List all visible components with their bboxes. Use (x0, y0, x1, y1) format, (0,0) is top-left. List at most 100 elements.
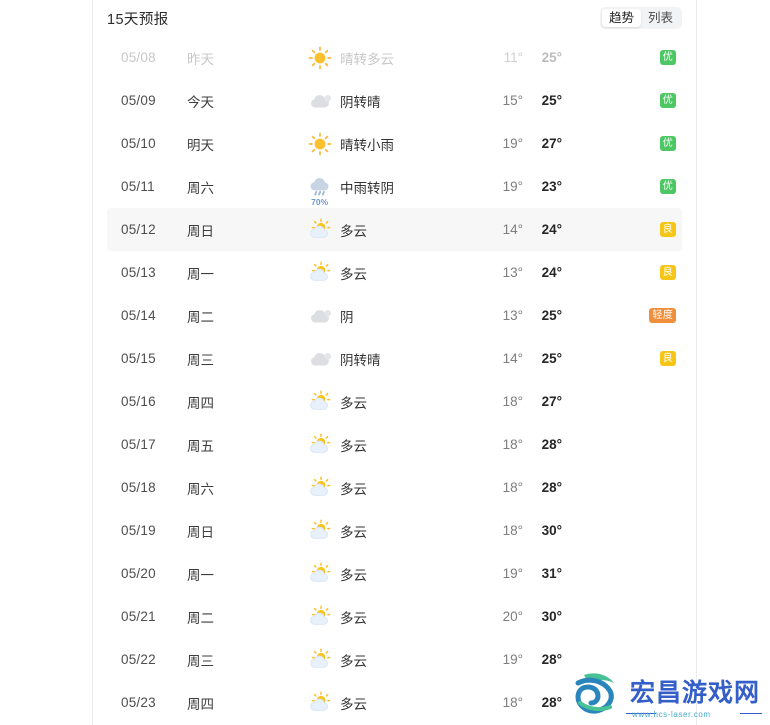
condition-text: 中雨转阴 (340, 180, 394, 196)
condition-text: 多云 (340, 653, 367, 669)
forecast-day-label: 周日 (187, 223, 214, 239)
forecast-row-list: 05/08 昨天 晴转多云 11° 25° 优 05/09 今天 阴转晴 15° 25° 优 05/10… (107, 36, 682, 724)
forecast-row[interactable]: 05/10 明天 晴转小雨 19° 27° 优 (107, 122, 682, 165)
temp-high: 28° (541, 652, 562, 667)
forecast-date: 05/11 (121, 179, 155, 194)
forecast-date: 05/17 (121, 437, 156, 452)
forecast-row[interactable]: 05/18 周六 多云 18° 28° (107, 466, 682, 509)
condition-text: 多云 (340, 696, 367, 712)
temperature-range: 19° 27° (497, 136, 592, 151)
forecast-day-label: 今天 (187, 94, 214, 110)
temperature-range: 13° 25° (497, 308, 592, 323)
status-badge: 优 (659, 93, 676, 108)
cloud-icon (307, 346, 333, 372)
temp-high: 25° (541, 93, 562, 108)
condition-text: 多云 (340, 438, 367, 454)
temp-high: 27° (541, 136, 562, 151)
forecast-row[interactable]: 05/11 周六 70% 中雨转阴 19° 23° 优 (107, 165, 682, 208)
partly-cloudy-icon (307, 561, 333, 587)
status-badge: 优 (659, 179, 676, 194)
forecast-row[interactable]: 05/21 周二 多云 20° 30° (107, 595, 682, 638)
temperature-range: 18° 27° (497, 394, 592, 409)
temperature-range: 18° 30° (497, 523, 592, 538)
temp-high: 25° (541, 351, 562, 366)
forecast-header: 15天预报 趋势 列表 (107, 0, 682, 36)
partly-cloudy-icon (307, 475, 333, 501)
temperature-range: 15° 25° (497, 93, 592, 108)
partly-cloudy-icon (307, 432, 333, 458)
forecast-condition: 阴转晴 (307, 346, 497, 372)
temp-high: 24° (541, 222, 562, 237)
forecast-day-label: 周四 (187, 696, 214, 712)
condition-text: 多云 (340, 223, 367, 239)
forecast-condition: 晴转多云 (307, 45, 497, 71)
forecast-row[interactable]: 05/09 今天 阴转晴 15° 25° 优 (107, 79, 682, 122)
forecast-date: 05/14 (121, 308, 156, 323)
forecast-date: 05/13 (121, 265, 156, 280)
forecast-condition: 多云 (307, 690, 497, 716)
forecast-row[interactable]: 05/19 周日 多云 18° 30° (107, 509, 682, 552)
temp-high: 24° (541, 265, 562, 280)
temp-low: 18° (502, 437, 523, 452)
temperature-range: 20° 30° (497, 609, 592, 624)
partly-cloudy-icon (307, 604, 333, 630)
forecast-date: 05/08 (121, 50, 156, 65)
precipitation-probability: 70% (311, 196, 329, 207)
status-badge: 优 (659, 50, 676, 65)
temperature-range: 13° 24° (497, 265, 592, 280)
status-badge: 良 (659, 222, 676, 237)
forecast-date: 05/21 (121, 609, 156, 624)
forecast-date: 05/22 (121, 652, 156, 667)
forecast-condition: 多云 (307, 432, 497, 458)
condition-text: 阴转晴 (340, 352, 381, 368)
temperature-range: 18° 28° (497, 695, 592, 710)
view-mode-toggle[interactable]: 趋势 列表 (599, 7, 682, 29)
forecast-date: 05/15 (121, 351, 156, 366)
forecast-condition: 70% 中雨转阴 (307, 174, 497, 207)
temperature-range: 14° 24° (497, 222, 592, 237)
temp-high: 28° (541, 437, 562, 452)
temp-low: 11° (503, 50, 523, 65)
temperature-range: 19° 31° (497, 566, 592, 581)
partly-cloudy-icon (307, 647, 333, 673)
temp-high: 25° (541, 308, 562, 323)
temp-low: 19° (502, 179, 523, 194)
forecast-condition: 多云 (307, 647, 497, 673)
tab-trend[interactable]: 趋势 (601, 9, 641, 27)
forecast-row[interactable]: 05/23 周四 多云 18° 28° (107, 681, 682, 724)
status-badge: 优 (659, 136, 676, 151)
condition-text: 晴转小雨 (340, 137, 394, 153)
air-quality-cell: 优 (592, 179, 682, 194)
temp-low: 20° (502, 609, 523, 624)
forecast-day-label: 周六 (187, 481, 214, 497)
forecast-row[interactable]: 05/12 周日 多云 14° 24° 良 (107, 208, 682, 251)
air-quality-cell: 优 (592, 136, 682, 151)
forecast-date: 05/16 (121, 394, 156, 409)
forecast-condition: 多云 (307, 518, 497, 544)
partly-cloudy-icon (307, 518, 333, 544)
temperature-range: 18° 28° (497, 480, 592, 495)
condition-text: 多云 (340, 524, 367, 540)
cloud-icon (307, 303, 333, 329)
forecast-condition: 多云 (307, 561, 497, 587)
temperature-range: 19° 23° (497, 179, 592, 194)
temperature-range: 14° 25° (497, 351, 592, 366)
air-quality-cell: 优 (592, 93, 682, 108)
forecast-row[interactable]: 05/14 周二 阴 13° 25° 轻度 (107, 294, 682, 337)
forecast-row[interactable]: 05/13 周一 多云 13° 24° 良 (107, 251, 682, 294)
forecast-row[interactable]: 05/08 昨天 晴转多云 11° 25° 优 (107, 36, 682, 79)
forecast-day-label: 周三 (187, 653, 214, 669)
forecast-row[interactable]: 05/17 周五 多云 18° 28° (107, 423, 682, 466)
forecast-row[interactable]: 05/16 周四 多云 18° 27° (107, 380, 682, 423)
forecast-condition: 多云 (307, 217, 497, 243)
air-quality-cell: 良 (592, 265, 682, 280)
forecast-date: 05/09 (121, 93, 156, 108)
forecast-row[interactable]: 05/15 周三 阴转晴 14° 25° 良 (107, 337, 682, 380)
forecast-row[interactable]: 05/22 周三 多云 19° 28° (107, 638, 682, 681)
forecast-day-label: 周二 (187, 610, 214, 626)
watermark-rule-right (740, 713, 762, 714)
temp-low: 13° (502, 265, 523, 280)
temp-high: 25° (541, 50, 562, 65)
tab-list[interactable]: 列表 (641, 9, 680, 27)
forecast-row[interactable]: 05/20 周一 多云 19° 31° (107, 552, 682, 595)
